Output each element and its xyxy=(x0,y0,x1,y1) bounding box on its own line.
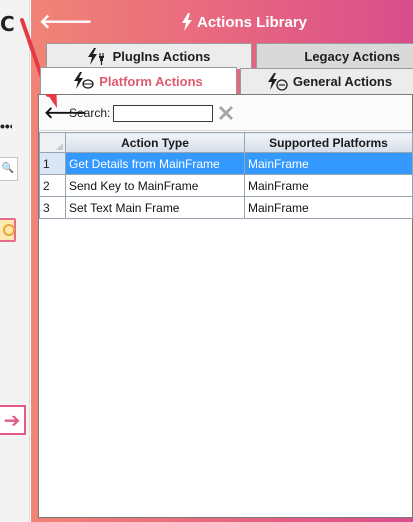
general-lightning-icon xyxy=(267,72,288,91)
tab-platform-actions[interactable]: Platform Actions xyxy=(40,67,237,94)
column-header-action-type[interactable]: Action Type xyxy=(65,132,245,153)
plugin-lightning-icon xyxy=(87,47,104,65)
search-icon[interactable]: 🔍 xyxy=(0,157,18,181)
table-row[interactable]: 2 Send Key to MainFrame MainFrame xyxy=(39,174,413,197)
row-number: 1 xyxy=(39,152,66,175)
back-arrow-icon[interactable]: 🡐 xyxy=(44,104,87,122)
platform-cell[interactable]: MainFrame xyxy=(244,174,413,197)
more-options-icon[interactable]: ••• xyxy=(0,122,12,132)
action-type-cell[interactable]: Get Details from MainFrame xyxy=(65,152,245,175)
column-header-supported-platforms[interactable]: Supported Platforms xyxy=(244,132,413,153)
lightning-icon xyxy=(182,13,192,31)
platform-cell[interactable]: MainFrame xyxy=(244,152,413,175)
tab-legacy-actions[interactable]: Legacy Actions xyxy=(256,43,413,69)
refresh-icon[interactable]: C xyxy=(0,14,16,34)
table-row[interactable]: 3 Set Text Main Frame MainFrame xyxy=(39,196,413,219)
platform-lightning-icon xyxy=(74,72,94,89)
tab-general-actions[interactable]: General Actions xyxy=(240,68,413,94)
actions-content: 🡐 Search: Action Type Supported Platform… xyxy=(38,94,413,518)
tab-plugins-actions-label: PlugIns Actions xyxy=(112,49,211,64)
grid-header-row: Action Type Supported Platforms xyxy=(39,132,413,153)
tab-general-actions-label: General Actions xyxy=(292,74,393,89)
table-row[interactable]: 1 Get Details from MainFrame MainFrame xyxy=(39,152,413,175)
back-button[interactable]: 🡐 xyxy=(39,10,93,32)
search-label: Search: xyxy=(69,106,111,120)
tab-legacy-actions-label: Legacy Actions xyxy=(304,49,400,64)
platform-cell[interactable]: MainFrame xyxy=(244,196,413,219)
page-title: Actions Library xyxy=(197,13,308,31)
row-number: 3 xyxy=(39,196,66,219)
action-type-cell[interactable]: Set Text Main Frame xyxy=(65,196,245,219)
action-type-cell[interactable]: Send Key to MainFrame xyxy=(65,174,245,197)
clear-x-icon[interactable] xyxy=(218,105,234,121)
row-number: 2 xyxy=(39,174,66,197)
actions-library-panel: 🡐 Actions Library PlugIns Actions Legacy… xyxy=(31,0,413,522)
search-toolbar: 🡐 Search: xyxy=(39,95,412,131)
expand-arrow-icon[interactable]: ➔ xyxy=(0,405,26,435)
actions-grid: Action Type Supported Platforms 1 Get De… xyxy=(39,132,413,219)
search-input[interactable] xyxy=(113,105,213,122)
title-area: Actions Library xyxy=(181,11,307,33)
panel-header: 🡐 Actions Library xyxy=(31,0,413,42)
background-app-strip: C ••• 🔍 ➔ xyxy=(0,0,30,522)
grid-corner[interactable] xyxy=(39,132,66,153)
tag-icon[interactable] xyxy=(0,218,16,242)
tab-platform-actions-label: Platform Actions xyxy=(99,73,203,89)
tab-bar: PlugIns Actions Legacy Actions Platform … xyxy=(38,42,413,94)
tab-plugins-actions[interactable]: PlugIns Actions xyxy=(46,43,252,69)
